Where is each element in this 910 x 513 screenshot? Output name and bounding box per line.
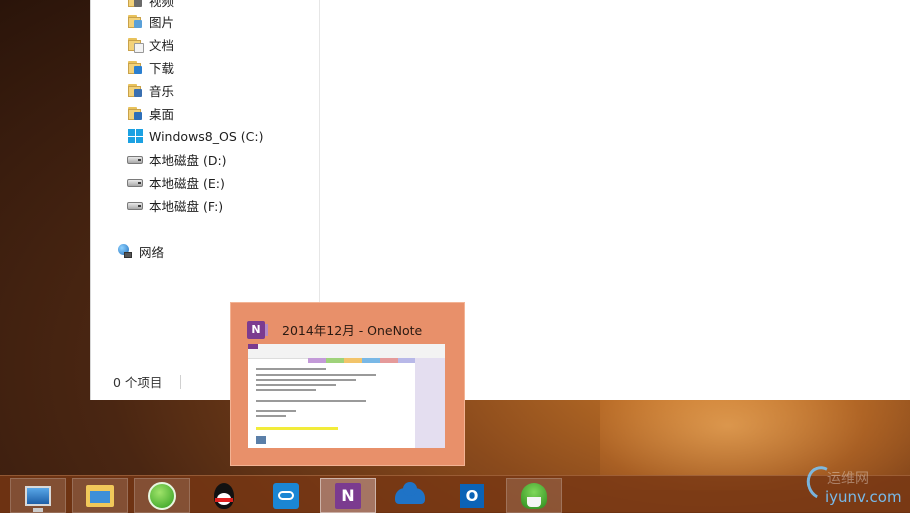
nav-item-label: 本地磁盘 (D:) <box>149 152 227 168</box>
nav-item-documents[interactable]: 文档 <box>127 34 174 54</box>
nav-item-drive-f[interactable]: 本地磁盘 (F:) <box>127 195 223 215</box>
window-thumbnail[interactable] <box>248 344 445 448</box>
thumbnail-text-line <box>256 400 366 402</box>
nav-item-music[interactable]: 音乐 <box>127 80 174 100</box>
windows-drive-icon <box>127 128 143 144</box>
nav-item-label: 本地磁盘 (E:) <box>149 175 225 191</box>
network-icon <box>117 243 133 259</box>
taskbar-mushroom-app[interactable] <box>506 478 562 513</box>
nav-item-label: 本地磁盘 (F:) <box>149 198 224 214</box>
nav-item-label: 桌面 <box>149 106 175 122</box>
watermark-en: iyunv.com <box>825 488 902 506</box>
file-explorer-icon <box>86 484 114 507</box>
nav-item-label: 图片 <box>149 14 175 30</box>
taskbar-thumbnail-preview[interactable]: N 2014年12月 - OneNote <box>230 302 465 466</box>
nav-item-label: 文档 <box>149 37 175 53</box>
nav-item-label: 视频 <box>149 0 175 9</box>
nav-item-drive-c[interactable]: Windows8_OS (C:) <box>127 126 263 146</box>
nav-item-label: Windows8_OS (C:) <box>149 128 264 144</box>
thumbnail-highlight <box>256 427 338 430</box>
nav-item-drive-d[interactable]: 本地磁盘 (D:) <box>127 149 227 169</box>
thumbnail-text-line <box>256 374 376 376</box>
desktop-folder-icon <box>127 105 143 121</box>
item-count: 0 个项目 <box>113 375 163 390</box>
nav-item-label: 网络 <box>139 244 165 260</box>
thumbnail-image <box>256 436 266 444</box>
thumbnail-text-line <box>256 415 286 417</box>
file-explorer-window: 视频 图片 文档 下载 音乐 桌面 Windows8_OS (C:) 本地磁盘 <box>90 0 910 400</box>
thumbnail-text-line <box>256 384 336 386</box>
remote-desktop-icon <box>25 485 51 512</box>
taskbar-onenote[interactable]: N <box>320 478 376 513</box>
pictures-folder-icon <box>127 13 143 29</box>
thumbnail-text-line <box>256 379 356 381</box>
preview-window-title: 2014年12月 - OneNote <box>282 323 423 338</box>
watermark: 运维网 iyunv.com <box>802 461 905 508</box>
taskbar-file-explorer[interactable] <box>72 478 128 513</box>
nav-item-network[interactable]: 网络 <box>117 241 164 261</box>
taskbar-outlook[interactable]: O <box>444 478 500 513</box>
drive-icon <box>127 174 143 190</box>
onedrive-cloud-icon <box>395 481 425 504</box>
nav-item-pictures[interactable]: 图片 <box>127 11 174 31</box>
taskbar-qq[interactable] <box>196 478 252 513</box>
drive-icon <box>127 151 143 167</box>
preview-title-bar: N 2014年12月 - OneNote <box>247 320 422 339</box>
onenote-icon: N <box>247 320 268 339</box>
watermark-cn: 运维网 <box>827 471 869 487</box>
mushroom-icon <box>521 482 547 509</box>
onenote-icon: N <box>335 482 361 509</box>
music-folder-icon <box>127 82 143 98</box>
video-folder-icon <box>127 0 143 8</box>
drive-icon <box>127 197 143 213</box>
nav-item-drive-e[interactable]: 本地磁盘 (E:) <box>127 172 225 192</box>
qq-penguin-icon <box>214 482 234 509</box>
thumbnail-text-line <box>256 389 316 391</box>
taskbar-green-browser[interactable] <box>134 478 190 513</box>
thumbnail-ribbon <box>248 344 445 359</box>
taskbar-onedrive[interactable] <box>382 478 438 513</box>
taskbar-cloud-sync[interactable] <box>258 478 314 513</box>
outlook-icon: O <box>460 483 484 508</box>
thumbnail-text-line <box>256 410 296 412</box>
documents-folder-icon <box>127 36 144 53</box>
cloud-sync-icon <box>273 482 299 509</box>
status-divider <box>180 374 182 389</box>
thumbnail-page-list <box>415 358 445 448</box>
status-bar: 0 个项目 <box>113 372 182 391</box>
thumbnail-section-tabs <box>308 358 416 363</box>
nav-item-videos[interactable]: 视频 <box>127 0 174 10</box>
nav-item-label: 下载 <box>149 60 175 76</box>
thumbnail-text-line <box>256 368 326 370</box>
nav-item-downloads[interactable]: 下载 <box>127 57 174 77</box>
refresh-browser-icon <box>148 481 176 510</box>
downloads-folder-icon <box>127 59 143 75</box>
nav-item-label: 音乐 <box>149 83 175 99</box>
taskbar-remote-desktop[interactable] <box>10 478 66 513</box>
nav-item-desktop[interactable]: 桌面 <box>127 103 174 123</box>
taskbar: N O <box>0 475 910 513</box>
